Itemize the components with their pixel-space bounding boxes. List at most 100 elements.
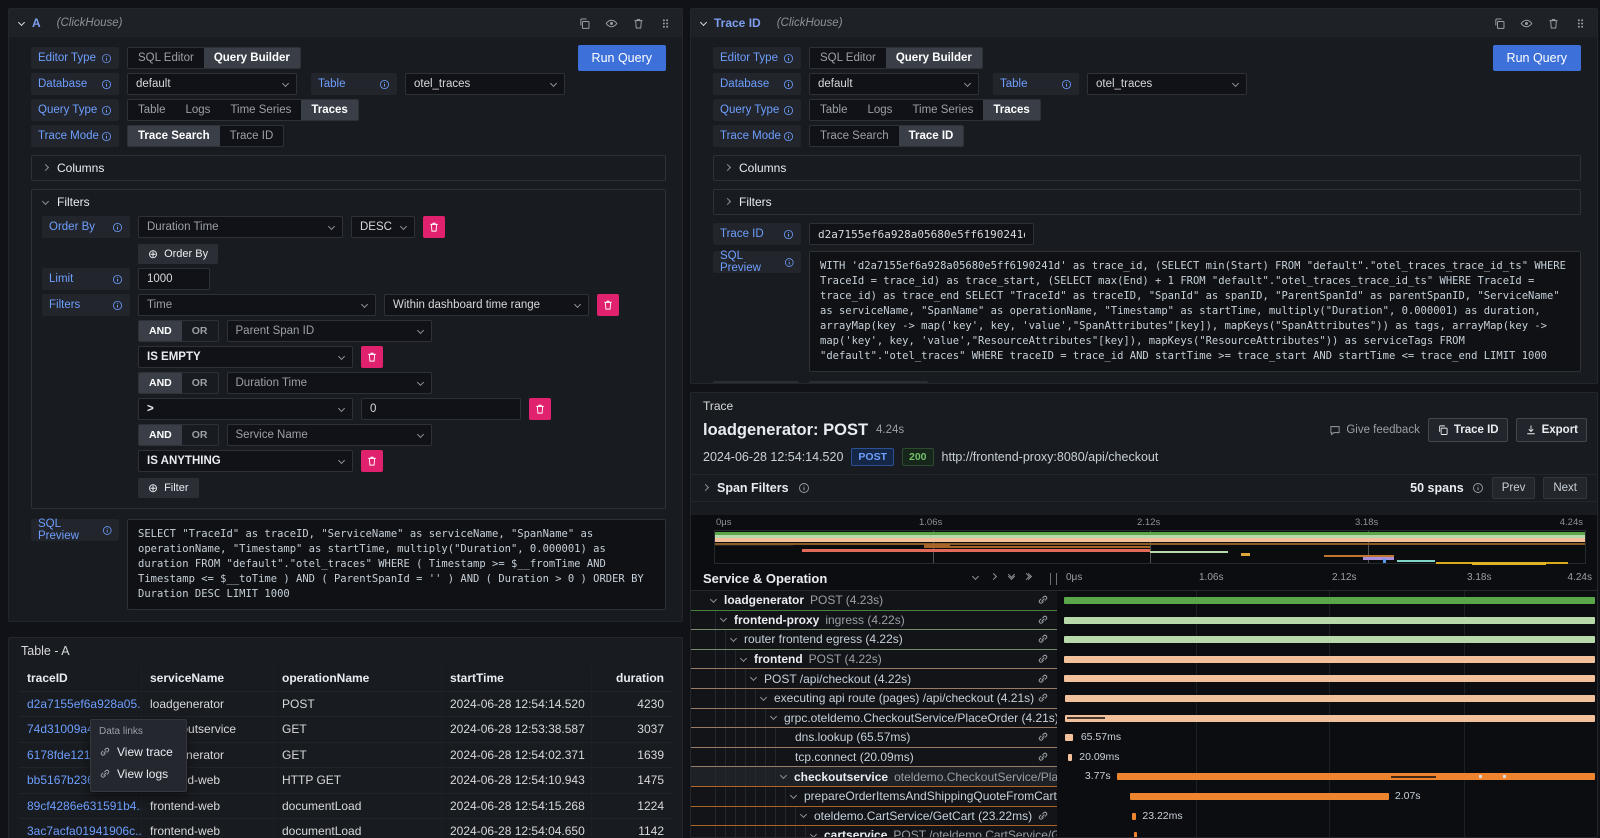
export-button[interactable]: Export <box>1516 418 1587 442</box>
trace-id-input[interactable] <box>809 223 1034 245</box>
span-collapse-icon[interactable] <box>780 772 787 779</box>
span-name-cell[interactable]: dns.lookup (65.57ms) <box>691 728 1057 748</box>
span-collapse-icon[interactable] <box>740 655 747 662</box>
span-link-icon[interactable] <box>1037 614 1049 626</box>
span-link-icon[interactable] <box>1037 692 1049 704</box>
info-icon[interactable] <box>1061 79 1072 90</box>
trace-id-copy-button[interactable]: Trace ID <box>1428 418 1508 442</box>
filter-operator-select[interactable]: > <box>138 398 353 420</box>
or-option[interactable]: OR <box>182 425 218 445</box>
span-filters-expander-icon[interactable] <box>702 483 709 490</box>
query-header-trace-id[interactable]: Trace ID (ClickHouse) <box>691 9 1597 37</box>
trace-search-option[interactable]: Trace Search <box>810 126 899 146</box>
query-type-logs[interactable]: Logs <box>858 100 903 120</box>
panel-title[interactable]: Trace <box>691 393 1597 413</box>
span-link-icon[interactable] <box>1037 673 1049 685</box>
filter-value-input[interactable] <box>361 398 521 420</box>
remove-order-by-button[interactable] <box>423 216 445 238</box>
span-collapse-icon[interactable] <box>710 596 717 603</box>
filter-time-field-select[interactable]: Time <box>138 294 376 316</box>
span-filters-label[interactable]: Span Filters <box>717 481 789 495</box>
trace-id-link[interactable]: 3ac7acfa01941906c... <box>27 824 142 838</box>
filter-field-select[interactable]: Duration Time <box>227 372 432 394</box>
remove-filter-button[interactable] <box>361 346 383 368</box>
filters-section-header[interactable]: Filters <box>714 190 1580 214</box>
drag-query-icon[interactable] <box>1574 17 1587 30</box>
trace-id-link[interactable]: d2a7155ef6a928a05... <box>27 697 142 711</box>
query-builder-option[interactable]: Query Builder <box>204 48 300 68</box>
info-icon[interactable] <box>101 79 112 90</box>
query-type-timeseries[interactable]: Time Series <box>902 100 983 120</box>
table-select[interactable]: otel_traces <box>405 73 565 95</box>
order-by-field-select[interactable]: Duration Time <box>138 216 343 238</box>
duplicate-query-icon[interactable] <box>578 17 591 30</box>
info-icon[interactable] <box>112 222 123 233</box>
span-name-cell[interactable]: loadgeneratorPOST (4.23s) <box>691 591 1057 611</box>
span-bar-cell[interactable]: 3.77s <box>1062 767 1597 787</box>
span-name-cell[interactable]: executing api route (pages) /api/checkou… <box>691 689 1057 709</box>
next-button[interactable]: Next <box>1543 477 1587 499</box>
limit-input[interactable] <box>138 268 210 290</box>
collapse-query-icon[interactable] <box>700 18 707 25</box>
query-builder-option[interactable]: Query Builder <box>886 48 982 68</box>
span-collapse-icon[interactable] <box>730 635 737 642</box>
span-name-cell[interactable]: frontend-proxyingress (4.22s) <box>691 611 1057 631</box>
span-bar-cell[interactable] <box>1062 650 1597 670</box>
query-type-logs[interactable]: Logs <box>176 100 221 120</box>
span-link-icon[interactable] <box>1037 633 1049 645</box>
table-select[interactable]: otel_traces <box>1087 73 1247 95</box>
span-name-cell[interactable]: prepareOrderItemsAndShippingQuoteFromCar… <box>691 787 1057 807</box>
span-bar-cell[interactable] <box>1062 630 1597 650</box>
or-option[interactable]: OR <box>182 321 218 341</box>
query-ref-id[interactable]: A <box>32 16 41 30</box>
sql-editor-option[interactable]: SQL Editor <box>810 48 886 68</box>
span-collapse-icon[interactable] <box>770 713 777 720</box>
give-feedback-button[interactable]: Give feedback <box>1329 424 1420 436</box>
span-collapse-icon[interactable] <box>790 792 797 799</box>
filters-section-header[interactable]: Filters <box>32 190 665 214</box>
col-header-traceid[interactable]: traceID <box>19 666 142 691</box>
span-name-cell[interactable]: tcp.connect (20.09ms) <box>691 748 1057 768</box>
info-icon[interactable] <box>112 274 123 285</box>
query-type-timeseries[interactable]: Time Series <box>220 100 301 120</box>
span-bar-cell[interactable] <box>1062 591 1597 611</box>
filter-time-operator-select[interactable]: Within dashboard time range <box>384 294 589 316</box>
span-name-cell[interactable]: POST /api/checkout (4.22s) <box>691 669 1057 689</box>
col-header-duration[interactable]: duration <box>592 666 672 691</box>
span-bar-cell[interactable] <box>1062 669 1597 689</box>
expand-all-icon[interactable] <box>1027 576 1031 579</box>
info-icon[interactable] <box>783 105 794 116</box>
query-ref-id[interactable]: Trace ID <box>714 16 761 30</box>
span-bar-cell[interactable] <box>1062 611 1597 631</box>
add-query-button[interactable]: +Add query <box>713 381 799 384</box>
span-bar-cell[interactable]: 65.57ms <box>1062 728 1597 748</box>
filter-operator-select[interactable]: IS ANYTHING <box>138 450 353 472</box>
info-icon[interactable] <box>783 229 794 240</box>
view-trace-link[interactable]: View trace <box>99 741 178 763</box>
span-collapse-icon[interactable] <box>750 674 757 681</box>
query-header-a[interactable]: A (ClickHouse) <box>9 9 682 37</box>
hide-query-icon[interactable] <box>605 17 618 30</box>
info-icon[interactable] <box>783 53 794 64</box>
query-inspector-button[interactable]: Query inspector <box>809 381 928 384</box>
info-icon[interactable] <box>798 482 810 494</box>
info-icon[interactable] <box>783 131 794 142</box>
query-type-table[interactable]: Table <box>128 100 176 120</box>
order-by-direction-select[interactable]: DESC <box>351 216 415 238</box>
info-icon[interactable] <box>102 525 112 536</box>
query-type-table[interactable]: Table <box>810 100 858 120</box>
and-option[interactable]: AND <box>139 425 182 445</box>
info-icon[interactable] <box>112 300 123 311</box>
query-type-traces[interactable]: Traces <box>983 100 1039 120</box>
minimap-plot[interactable] <box>714 530 1586 564</box>
info-icon[interactable] <box>101 105 112 116</box>
span-collapse-icon[interactable] <box>720 615 727 622</box>
collapse-query-icon[interactable] <box>18 18 25 25</box>
delete-query-icon[interactable] <box>1547 17 1560 30</box>
hide-query-icon[interactable] <box>1520 17 1533 30</box>
add-order-by-button[interactable]: ⊕Order By <box>138 244 218 264</box>
col-header-servicename[interactable]: serviceName <box>142 666 274 691</box>
span-name-cell[interactable]: oteldemo.CartService/GetCart (23.22ms) <box>691 807 1057 827</box>
span-link-icon[interactable] <box>1037 810 1049 822</box>
remove-filter-button[interactable] <box>597 294 619 316</box>
